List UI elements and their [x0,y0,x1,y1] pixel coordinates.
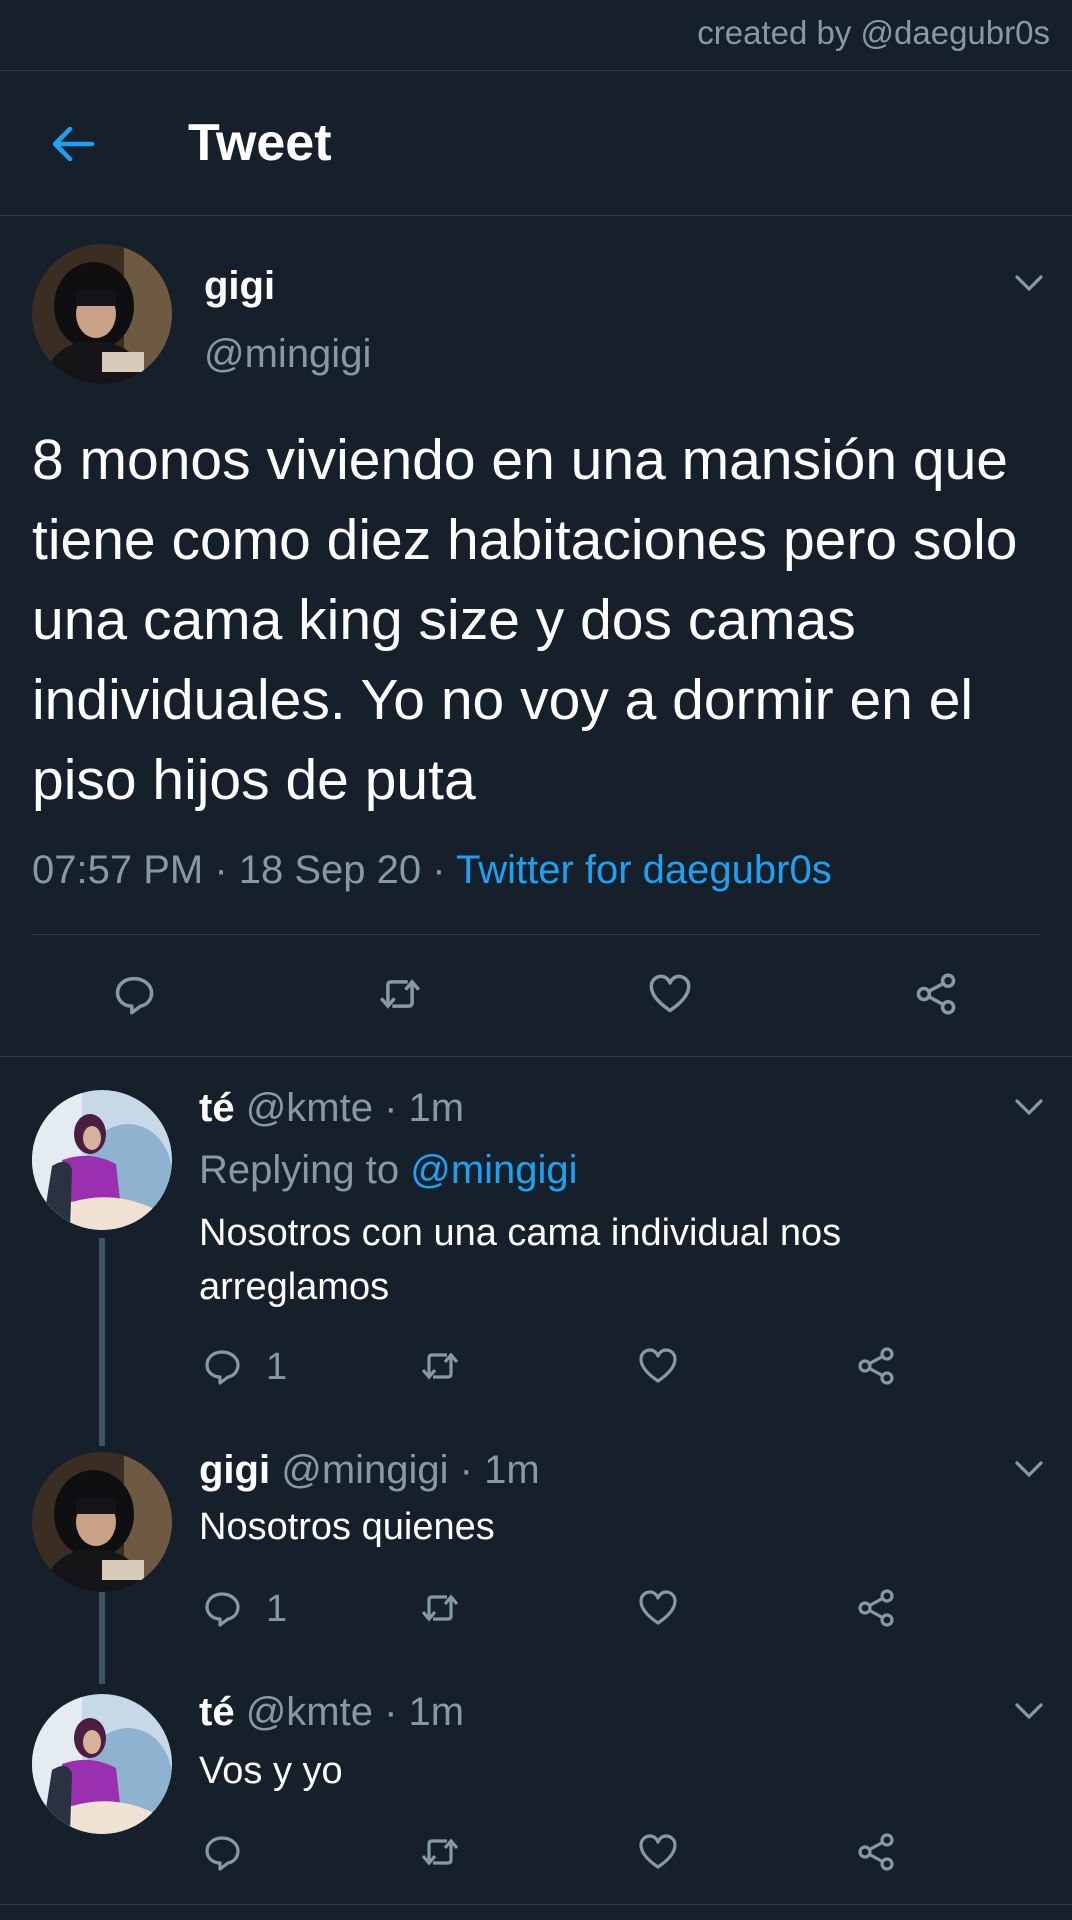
avatar-gigi[interactable] [32,244,172,384]
reply-header: gigi @mingigi · 1m [199,1448,540,1493]
watermark-bar: created by @daegubr0s [0,0,1072,71]
reply-text: Nosotros quienes [199,1506,495,1548]
like-icon[interactable] [648,972,692,1016]
retweet-icon[interactable] [378,972,422,1016]
reply-count: 1 [266,1588,288,1630]
back-arrow-icon[interactable] [48,119,98,169]
reply-icon[interactable] [202,1346,242,1386]
author-handle[interactable]: @mingigi [204,332,371,377]
reply-text: Vos y yo [199,1750,343,1792]
reply-header: té @kmte · 1m [199,1690,464,1735]
thread-line [99,1592,105,1684]
retweet-icon[interactable] [420,1346,460,1386]
watermark: created by @daegubr0s [697,14,1050,51]
divider [0,1904,1072,1905]
share-icon[interactable] [856,1346,896,1386]
reply-author-name[interactable]: gigi [199,1448,270,1492]
chevron-down-icon[interactable] [1012,1452,1046,1486]
reply-icon[interactable] [202,1832,242,1872]
tweet-meta: 07:57 PM · 18 Sep 20 · Twitter for daegu… [32,848,832,893]
reply-icon[interactable] [202,1588,242,1628]
share-icon[interactable] [914,972,958,1016]
app-bar: Tweet [0,71,1072,216]
replying-to-link[interactable]: @mingigi [410,1148,577,1192]
share-icon[interactable] [856,1588,896,1628]
retweet-icon[interactable] [420,1832,460,1872]
like-icon[interactable] [638,1832,678,1872]
replying-to-label: Replying to [199,1148,411,1192]
reply-author-name[interactable]: té [199,1690,235,1734]
reply-text: Nosotros con una cama individual nos arr… [199,1212,842,1308]
page-title: Tweet [188,114,332,172]
reply-count: 1 [266,1346,288,1388]
chevron-down-icon[interactable] [1012,1090,1046,1124]
avatar-te[interactable] [32,1694,172,1834]
tweet-timestamp: 07:57 PM · 18 Sep 20 · [32,848,456,892]
divider [0,1056,1072,1057]
reply-handle-time: @mingigi · 1m [270,1448,540,1492]
divider [32,934,1040,935]
like-icon[interactable] [638,1346,678,1386]
replying-to: Replying to @mingigi [199,1148,578,1193]
reply-icon[interactable] [112,972,156,1016]
retweet-icon[interactable] [420,1588,460,1628]
like-icon[interactable] [638,1588,678,1628]
thread-line [99,1238,105,1446]
reply-header: té @kmte · 1m [199,1086,464,1131]
chevron-down-icon[interactable] [1012,266,1046,300]
reply-handle-time: @kmte · 1m [234,1086,465,1130]
tweet-text: 8 monos viviendo en una mansión que tien… [32,428,1018,812]
reply-handle-time: @kmte · 1m [234,1690,465,1734]
chevron-down-icon[interactable] [1012,1694,1046,1728]
reply-author-name[interactable]: té [199,1086,235,1130]
tweet-client-link[interactable]: Twitter for daegubr0s [456,848,832,892]
avatar-te[interactable] [32,1090,172,1230]
avatar-gigi[interactable] [32,1452,172,1592]
share-icon[interactable] [856,1832,896,1872]
author-name[interactable]: gigi [204,264,275,309]
